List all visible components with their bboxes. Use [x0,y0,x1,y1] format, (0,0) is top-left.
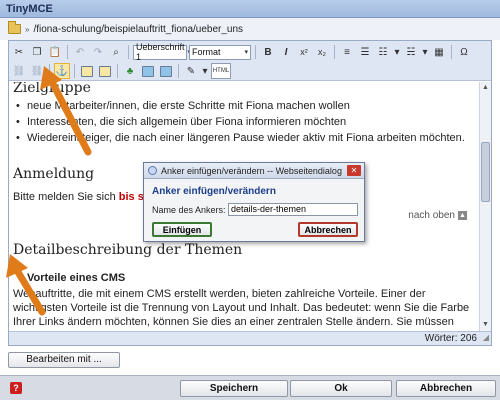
nach-oben-link[interactable]: nach oben ▲ [408,210,467,221]
omega-icon[interactable]: Ω [456,44,472,60]
redo-icon[interactable]: ↷ [90,44,106,60]
picture-icon[interactable] [158,63,174,79]
toolbar-separator [178,64,179,78]
scroll-up-icon[interactable]: ▲ [481,83,490,93]
toolbar-row-1: ✂ ❐ 📋 ↶ ↷ ⌕ Ueberschrift 1▾ Format▾ B I … [11,42,472,62]
anchor-dialog: Anker einfügen/verändern -- Webseitendia… [143,162,365,242]
folder-icon [8,21,21,34]
editor-scrollbar[interactable]: ▲ ▼ [479,82,491,331]
image-icon[interactable] [79,63,95,79]
style-select[interactable]: Ueberschrift 1▾ [133,42,191,62]
html-source-button[interactable]: HTML [211,63,231,79]
ie-icon [148,166,157,175]
editor-statusbar: Wörter: 206 ◢ [9,331,491,345]
chevron-down-icon: ▾ [244,49,248,56]
ordered-list-icon[interactable]: ☵ [403,44,419,60]
resize-grip-icon[interactable]: ◢ [483,331,489,344]
path-arrow-icon: » [25,24,30,34]
save-button[interactable]: Speichern [180,380,288,397]
chevron-down-icon[interactable]: ▾ [201,63,209,79]
help-icon[interactable]: ? [10,382,22,394]
heading-detailbeschreibung: Detailbeschreibung der Themen [13,242,243,258]
arrow-up-icon: ▲ [458,211,467,220]
scroll-down-icon[interactable]: ▼ [481,320,490,330]
tree-icon[interactable]: ♣ [122,63,138,79]
heading-vorteile: Vorteile eines CMS [27,272,126,284]
list-item: Interessenten, die sich allgemein über F… [13,116,465,132]
editor-toolbar: ✂ ❐ 📋 ↶ ↷ ⌕ Ueberschrift 1▾ Format▾ B I … [9,41,491,81]
anmeldung-text-plain: Bitte melden Sie sich [13,191,119,203]
list-item: neue Mitarbeiter/innen, die erste Schrit… [13,100,465,116]
dialog-titlebar: Anker einfügen/verändern -- Webseitendia… [144,163,364,179]
edit-icon[interactable]: ✎ [183,63,199,79]
path-bar: » /fiona-schulung/beispielauftritt_fiona… [0,18,500,40]
path-text: /fiona-schulung/beispielauftritt_fiona/u… [33,23,244,35]
toolbar-separator [67,45,68,59]
chevron-down-icon[interactable]: ▾ [421,44,429,60]
toolbar-separator [451,45,452,59]
toolbar-separator [334,45,335,59]
italic-button[interactable]: I [278,44,294,60]
heading-anmeldung: Anmeldung [13,166,95,182]
toolbar-separator [74,64,75,78]
copy-icon[interactable]: ❐ [29,44,45,60]
cancel-button[interactable]: Abbrechen [396,380,496,397]
toolbar-separator [255,45,256,59]
cut-icon[interactable]: ✂ [11,44,27,60]
gallery-icon[interactable] [140,63,156,79]
bearbeiten-mit-button[interactable]: Bearbeiten mit ... [8,352,120,368]
unordered-list-icon[interactable]: ☷ [375,44,391,60]
bold-button[interactable]: B [260,44,276,60]
dialog-heading: Anker einfügen/verändern [152,186,276,197]
anchor-icon[interactable]: ⚓ [54,63,70,79]
table-icon[interactable]: ▦ [431,44,447,60]
toolbar-separator [117,64,118,78]
word-count: Wörter: 206 [424,333,477,344]
dialog-title: Anker einfügen/verändern -- Webseitendia… [161,165,342,176]
anchor-name-label: Name des Ankers: [152,205,226,215]
bullet-list: neue Mitarbeiter/innen, die erste Schrit… [13,100,465,148]
toolbar-separator [49,64,50,78]
paste-icon[interactable]: 📋 [47,44,63,60]
list-item: Wiedereinsteiger, die nach einer längere… [13,132,465,148]
align-left-icon[interactable]: ≡ [339,44,355,60]
align-center-icon[interactable]: ☰ [357,44,373,60]
dialog-button-bar: ? Speichern Ok Abbrechen [0,375,500,400]
paragraph-webauftritte: Webauftritte, die mit einem CMS erstellt… [13,288,470,331]
link-icon[interactable]: ⛓ [11,63,27,79]
toolbar-row-2: ⛓ ⛓ ⚓ ♣ ✎ ▾ HTML [11,62,231,80]
close-icon[interactable]: ✕ [347,165,361,176]
format-select[interactable]: Format ▾ [189,44,251,60]
anchor-name-input[interactable]: details-der-themen [228,203,358,216]
media-icon[interactable] [97,63,113,79]
ok-button[interactable]: Ok [290,380,392,397]
insert-button[interactable]: Einfügen [152,222,212,237]
toolbar-separator [128,45,129,59]
unlink-icon[interactable]: ⛓ [29,63,45,79]
chevron-down-icon[interactable]: ▾ [393,44,401,60]
undo-icon[interactable]: ↶ [72,44,88,60]
dialog-cancel-button[interactable]: Abbrechen [298,222,358,237]
nach-oben-label: nach oben [408,210,455,221]
scroll-thumb[interactable] [481,142,490,202]
heading-zielgruppe: Zielgruppe [13,82,91,96]
window-title: TinyMCE [0,0,500,18]
subscript-button[interactable]: x₂ [314,44,330,60]
superscript-button[interactable]: x² [296,44,312,60]
find-icon[interactable]: ⌕ [108,44,124,60]
